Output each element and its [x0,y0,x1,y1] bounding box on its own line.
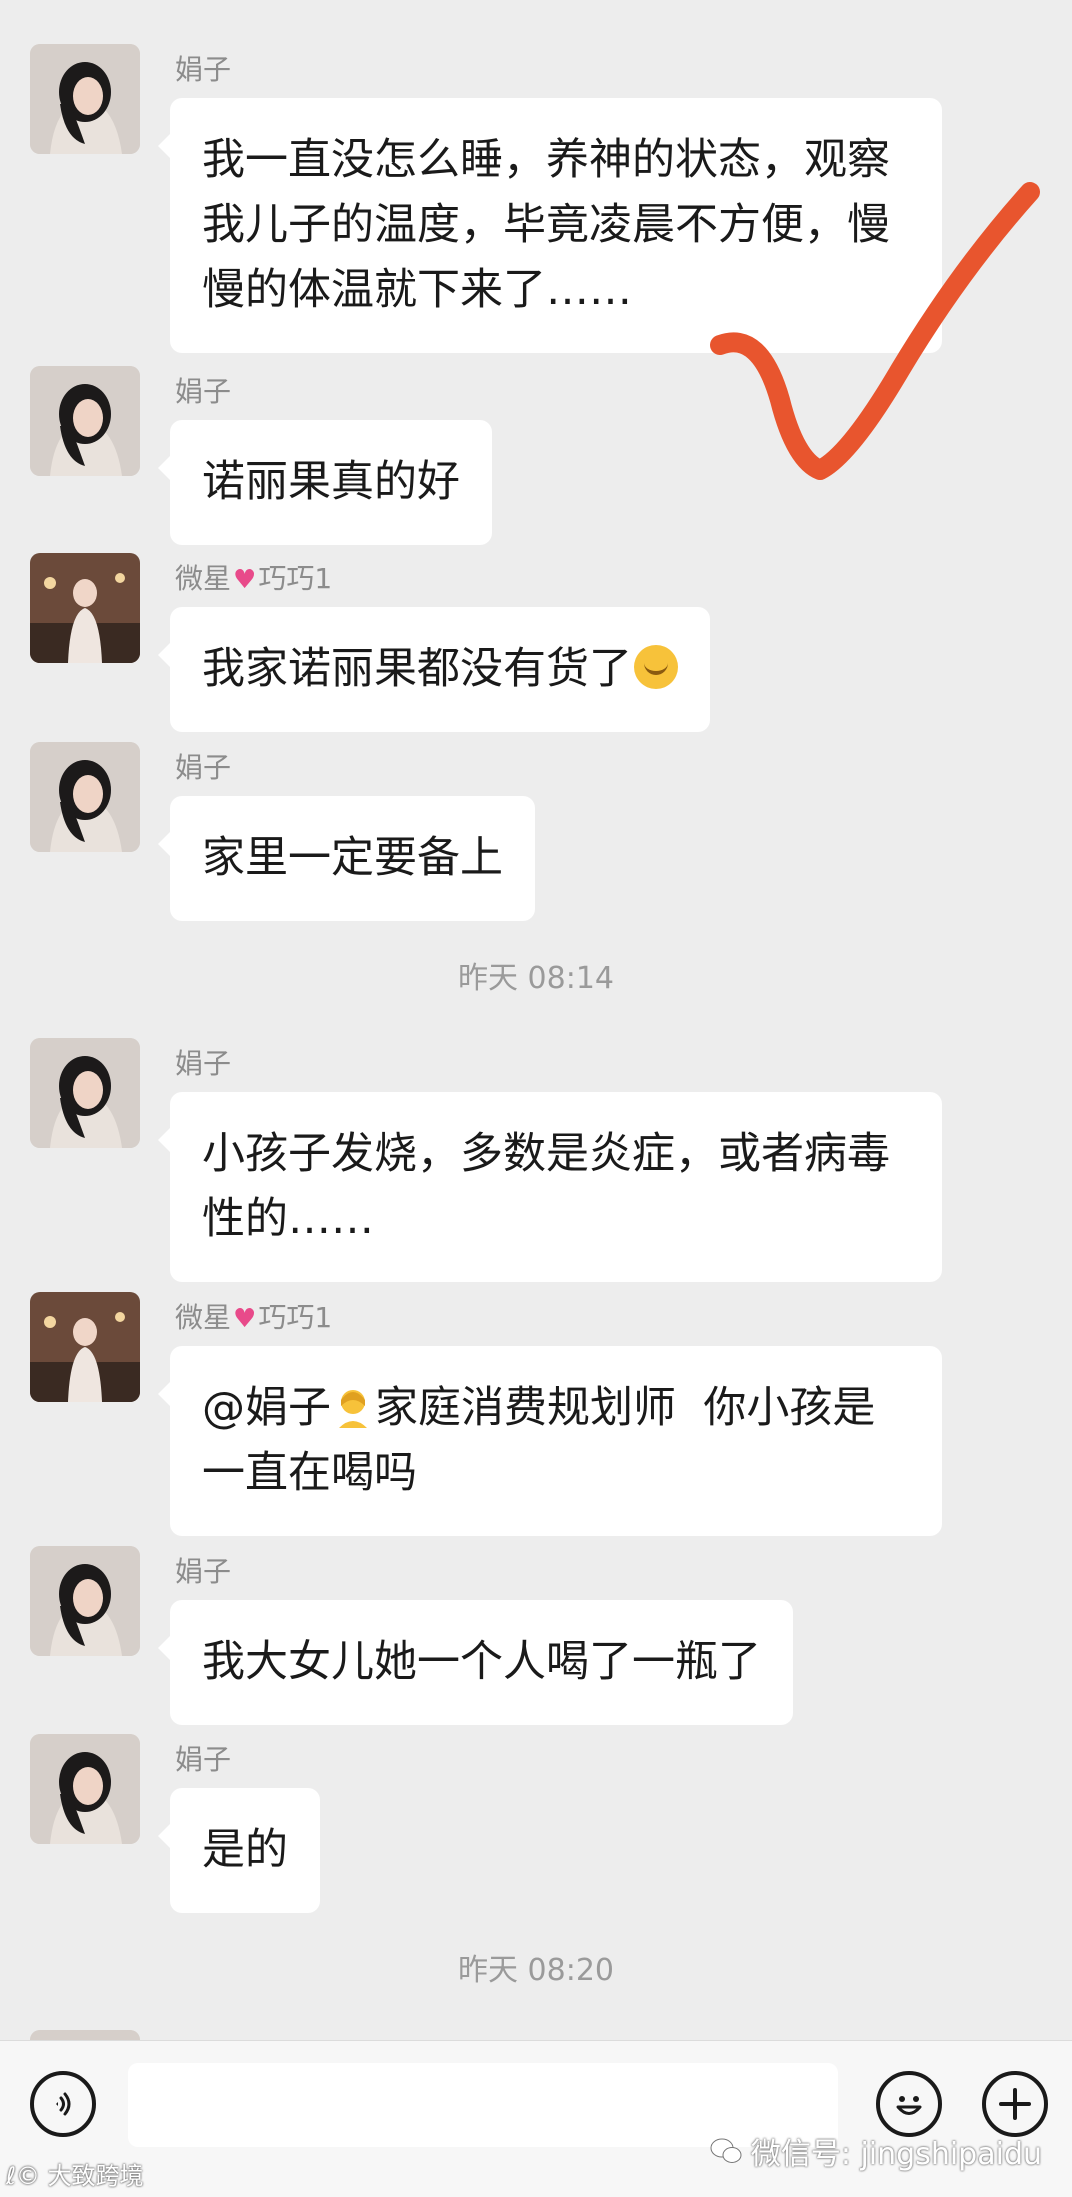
avatar[interactable] [30,1038,140,1148]
avatar[interactable] [30,366,140,476]
avatar[interactable] [30,44,140,154]
heart-icon: ♥ [233,565,257,595]
person-emoji-icon [339,1390,367,1428]
message-text: 我家诺丽果都没有货了 [202,644,632,694]
input-bar: ℓ© 大致跨境 微信号: jingshipaidu [0,2040,1072,2197]
sender-name-prefix: 微星 [175,562,232,595]
watermark-right: 微信号: jingshipaidu [709,2129,1042,2173]
avatar[interactable] [30,2030,140,2040]
sender-name-suffix: 巧巧1 [258,1301,333,1334]
message-bubble[interactable]: 小孩子发烧，多数是炎症，或者病毒性的…… [158,1092,942,1282]
message-bubble[interactable]: 诺丽果真的好 [158,420,492,545]
watermark-left: ℓ© 大致跨境 [6,2162,144,2190]
voice-icon [56,2092,71,2116]
avatar[interactable] [30,1292,140,1402]
avatar[interactable] [30,1546,140,1656]
message-bubble[interactable]: 家里一定要备上 [158,796,535,921]
sender-name: 娟子 [175,1743,232,1776]
message-bubble[interactable]: 我一直没怎么睡，养神的状态，观察我儿子的温度，毕竟凌晨不方便，慢慢的体温就下来了… [158,98,942,353]
sender-name: 微星♥巧巧1 [175,557,332,597]
message-bubble[interactable]: 我家诺丽果都没有货了 [158,607,710,732]
sender-name: 微星♥巧巧1 [175,1296,332,1336]
plus-button[interactable] [982,2071,1048,2137]
sender-name: 娟子 [175,53,232,86]
wechat-icon [710,2138,742,2163]
voice-button[interactable] [30,2071,96,2137]
laugh-cry-emoji [634,645,678,689]
timestamp: 昨天 08:20 [458,1953,614,1988]
avatar[interactable] [30,1734,140,1844]
timestamp: 昨天 08:14 [458,961,614,996]
sender-name-suffix: 巧巧1 [258,562,333,595]
watermark-logo-icon: ℓ© [6,2162,40,2190]
emoji-icon [896,2096,922,2115]
sender-name: 娟子 [175,751,232,784]
avatar[interactable] [30,742,140,852]
plus-icon [999,2088,1031,2120]
heart-icon: ♥ [233,1304,257,1334]
mention[interactable]: @娟子 [202,1383,331,1433]
sender-name: 娟子 [175,375,232,408]
sender-name-prefix: 微星 [175,1301,232,1334]
chat-area[interactable]: 娟子 我一直没怎么睡，养神的状态，观察我儿子的温度，毕竟凌晨不方便，慢慢的体温就… [0,0,1072,2040]
sender-name: 娟子 [175,1555,232,1588]
message-bubble[interactable]: 是的 [158,1788,320,1913]
message-bubble[interactable]: 我大女儿她一个人喝了一瓶了 [158,1600,793,1725]
emoji-button[interactable] [876,2071,942,2137]
avatar[interactable] [30,553,140,663]
message-bubble[interactable]: @娟子 家庭消费规划师 你小孩是一直在喝吗 [158,1346,942,1536]
sender-name: 娟子 [175,1047,232,1080]
